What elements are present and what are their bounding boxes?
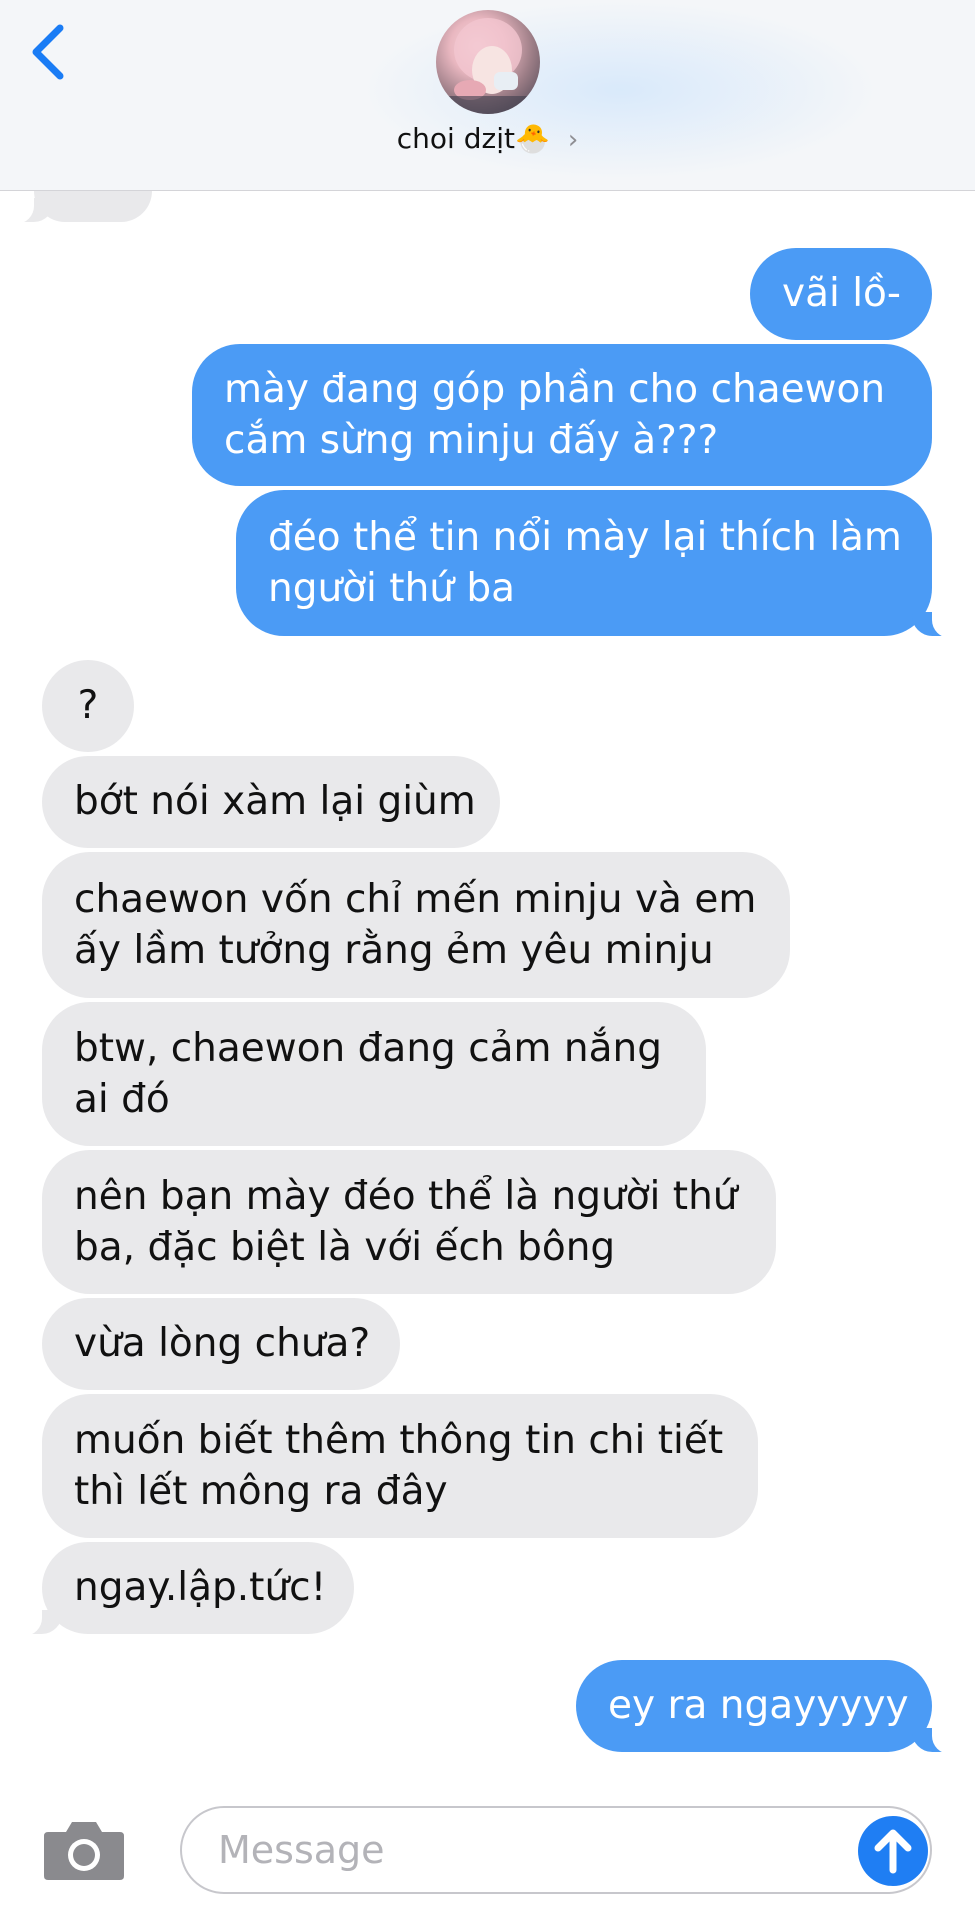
message-bubble-incoming[interactable]: nên bạn mày đéo thể là người thứ ba, đặc… <box>42 1150 776 1294</box>
chevron-left-icon <box>32 24 64 80</box>
message-text-line: mày đang góp phần cho chaewon <box>224 367 886 412</box>
message-bubble-incoming[interactable]: vừa lòng chưa? <box>42 1298 400 1390</box>
message-input[interactable]: Message <box>180 1806 932 1894</box>
contact-avatar[interactable] <box>436 10 540 114</box>
message-text-line: ai đó <box>74 1077 170 1122</box>
message-bubble-outgoing[interactable]: ey ra ngayyyyy <box>576 1660 958 1754</box>
message-text-line: cắm sừng minju đấy à??? <box>224 418 719 463</box>
message-bubble-outgoing[interactable]: mày đang góp phần cho chaewon cắm sừng m… <box>192 344 932 486</box>
message-composer: Message <box>0 1780 975 1920</box>
message-text-line: đéo thể tin nổi mày lại thích làm <box>268 515 902 560</box>
message-bubble-incoming[interactable]: btw, chaewon đang cảm nắng ai đó <box>42 1002 706 1146</box>
message-bubble-incoming[interactable]: chaewon vốn chỉ mến minju và em ấy lầm t… <box>42 852 790 998</box>
message-bubble-outgoing[interactable]: đéo thể tin nổi mày lại thích làm người … <box>236 490 958 638</box>
message-text-line: muốn biết thêm thông tin chi tiết <box>74 1418 724 1463</box>
arrow-up-icon <box>874 1829 912 1874</box>
avatar-photo <box>436 18 540 114</box>
contact-name: choi dzịt🐣 <box>396 122 550 155</box>
camera-icon <box>44 1822 124 1880</box>
back-button[interactable] <box>26 22 76 82</box>
message-text-line: chaewon vốn chỉ mến minju và em <box>74 877 757 922</box>
message-text: ngay.lập.tức! <box>74 1565 327 1610</box>
message-text-line: ba, đặc biệt là với ếch bông <box>74 1225 616 1270</box>
message-bubble-incoming[interactable]: muốn biết thêm thông tin chi tiết thì lế… <box>42 1394 758 1538</box>
message-bubble-incoming[interactable]: bớt nói xàm lại giùm <box>42 756 500 848</box>
message-text-line: thì lết mông ra đây <box>74 1469 448 1514</box>
contact-name-button[interactable]: choi dzịt🐣 › <box>0 122 975 155</box>
message-bubble-outgoing[interactable]: vãi lồ- <box>750 248 932 340</box>
message-text-line: ấy lầm tưởng rằng ẻm yêu minju <box>74 928 714 973</box>
message-text: vãi lồ- <box>782 271 901 316</box>
send-button[interactable] <box>858 1816 928 1886</box>
message-input-placeholder: Message <box>218 1828 385 1872</box>
message-text: ? <box>77 683 99 728</box>
camera-button[interactable] <box>42 1818 126 1882</box>
message-bubble-incoming[interactable]: ? <box>42 660 134 752</box>
chevron-right-icon: › <box>567 125 579 155</box>
message-text-line: nên bạn mày đéo thể là người thứ <box>74 1174 738 1219</box>
message-text: bớt nói xàm lại giùm <box>74 779 476 824</box>
message-text-line: người thứ ba <box>268 566 516 611</box>
conversation-header: choi dzịt🐣 › <box>0 0 975 191</box>
message-bubble-incoming[interactable]: ngay.lập.tức! <box>16 1542 354 1636</box>
message-text-line: btw, chaewon đang cảm nắng <box>74 1026 663 1071</box>
message-text: ey ra ngayyyyy <box>608 1683 909 1728</box>
message-text: vừa lòng chưa? <box>74 1321 371 1366</box>
